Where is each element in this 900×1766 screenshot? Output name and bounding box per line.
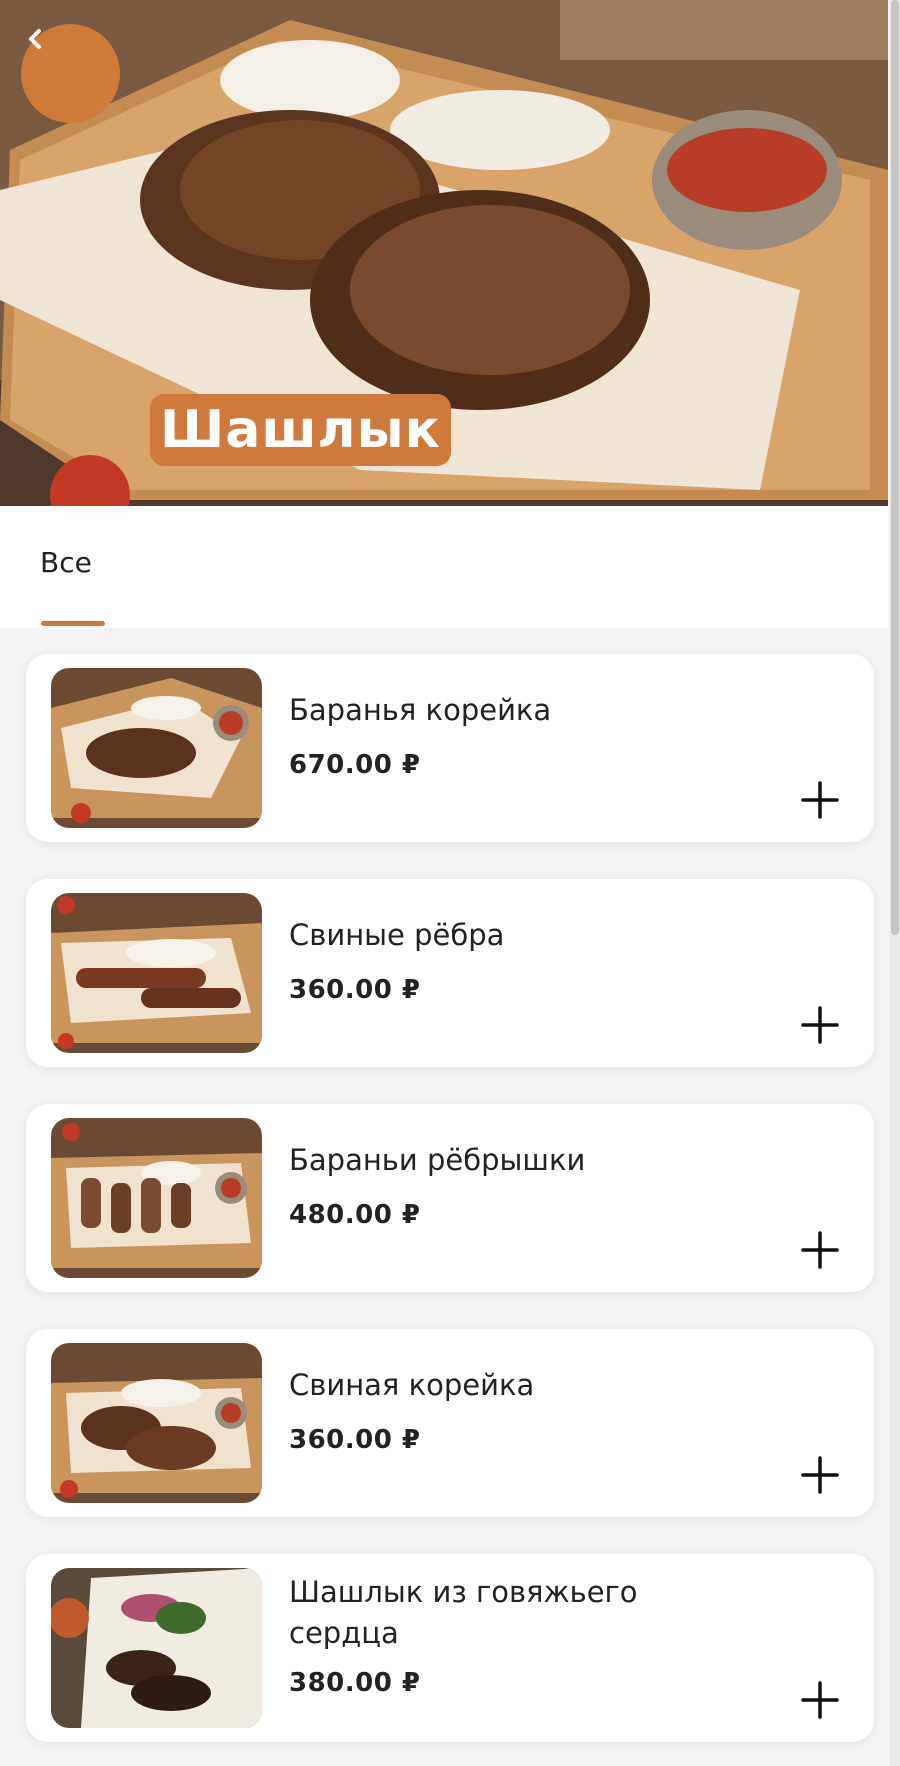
chevron-left-icon <box>29 29 41 49</box>
list-item[interactable]: Шашлык из говяжьего сердца 380.00 ₽ <box>26 1554 874 1742</box>
list-item[interactable]: Свиные рёбра 360.00 ₽ <box>26 879 874 1067</box>
item-photo <box>51 1118 262 1278</box>
hero-image: Шашлык <box>0 0 888 506</box>
item-photo <box>51 893 262 1053</box>
tab-all[interactable]: Все <box>40 546 92 579</box>
scrollbar-thumb[interactable] <box>891 0 899 935</box>
plus-icon[interactable] <box>798 1003 842 1047</box>
item-name: Баранья корейка <box>289 693 552 727</box>
scrollbar[interactable] <box>890 0 900 1766</box>
item-name: Бараньи рёбрышки <box>289 1143 586 1177</box>
page-title: Шашлык <box>150 394 451 466</box>
item-photo <box>51 1343 262 1503</box>
tab-active-indicator <box>41 621 105 626</box>
item-name: Свиные рёбра <box>289 918 505 952</box>
back-button[interactable] <box>21 24 120 123</box>
list-item[interactable]: Свиная корейка 360.00 ₽ <box>26 1329 874 1517</box>
item-photo <box>51 668 262 828</box>
item-price: 480.00 ₽ <box>289 1200 421 1230</box>
category-tabs: Все <box>0 506 888 628</box>
item-price: 380.00 ₽ <box>289 1668 421 1698</box>
item-price: 360.00 ₽ <box>289 1425 421 1455</box>
plus-icon[interactable] <box>798 1453 842 1497</box>
item-name: Шашлык из говяжьего сердца <box>289 1575 638 1650</box>
plus-icon[interactable] <box>798 778 842 822</box>
item-name: Свиная корейка <box>289 1368 535 1402</box>
item-price: 670.00 ₽ <box>289 750 421 780</box>
plus-icon[interactable] <box>798 1228 842 1272</box>
item-photo <box>51 1568 262 1728</box>
plus-icon[interactable] <box>798 1678 842 1722</box>
list-item[interactable]: Бараньи рёбрышки 480.00 ₽ <box>26 1104 874 1292</box>
item-price: 360.00 ₽ <box>289 975 421 1005</box>
list-item[interactable]: Баранья корейка 670.00 ₽ <box>26 654 874 842</box>
